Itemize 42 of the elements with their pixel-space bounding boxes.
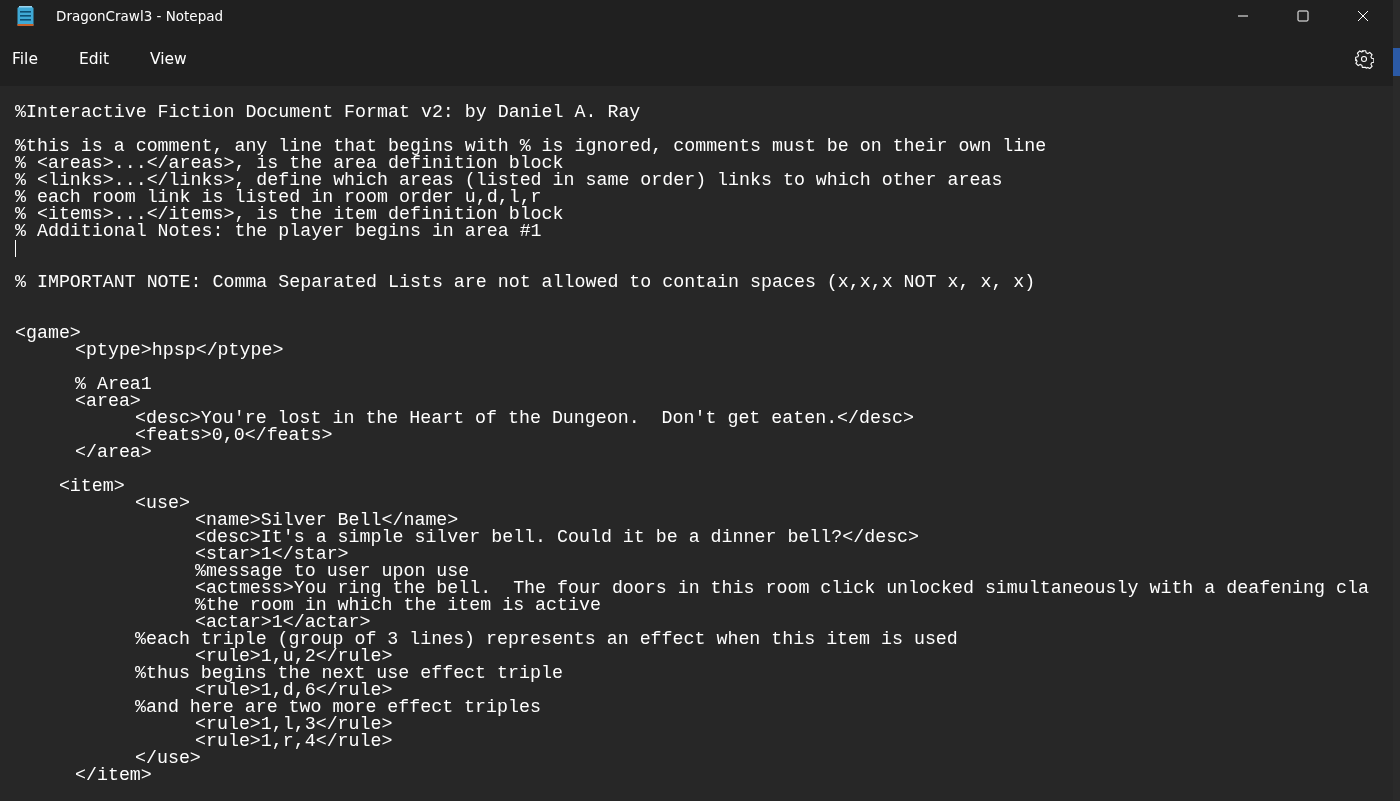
code-line: <rule>1,r,4</rule> — [195, 733, 394, 750]
code-line: <desc>It's a simple silver bell. Could it be a dinner bell?</desc> — [194, 529, 921, 546]
code-line: %thus begins the next use effect triple — [134, 665, 564, 682]
code-line: </area> — [74, 444, 152, 461]
menu-item[interactable]: Edit — [67, 44, 120, 74]
code-line: <ptype>hpsp</ptype> — [75, 342, 285, 359]
code-line: %and here are two more effect triples — [134, 699, 542, 716]
code-line: % each room link is listed in room order u,d,l,r — [15, 189, 542, 206]
code-line: %message to user upon use — [194, 563, 470, 580]
code-line: <item> — [57, 478, 126, 495]
code-line: <rule>1,l,3</rule> — [194, 716, 394, 733]
code-line: %Interactive Fiction Document Format v2: by Daniel A. Ray — [15, 104, 642, 121]
code-line: % IMPORTANT NOTE: Comma Separated Lists are not allowed to contain spaces (x,x,x NOT x, x, x) — [15, 274, 1037, 291]
code-line: <feats>0,0</feats> — [135, 427, 334, 444]
code-line: <star>1</star> — [194, 546, 349, 563]
code-line: %the room in which the item is active — [194, 597, 602, 614]
code-line: <actar>1</actar> — [194, 614, 371, 631]
code-line: % <items>...</items>, is the item definition block — [15, 206, 565, 223]
code-line: <rule>1,d,6</rule> — [195, 682, 393, 699]
code-line: </use> — [135, 750, 201, 767]
close-icon — [1357, 10, 1369, 22]
code-line: </item> — [74, 767, 153, 784]
code-line: <actmess>You ring the bell. The four doors in this room click unlocked simultaneously with a deafening cla — [194, 580, 1370, 597]
code-line: <desc>You're lost in the Heart of the Dungeon. Don't get eaten.</desc> — [134, 410, 915, 427]
menu-item[interactable]: View — [138, 44, 198, 74]
text-cursor — [15, 240, 16, 257]
menu-item[interactable]: File — [1, 44, 49, 74]
maximize-icon — [1297, 10, 1309, 22]
code-line: % <links>...</links>, define which areas (listed in same order) links to which other areas — [15, 172, 1004, 189]
window-title: DragonCrawl3 - Notepad — [56, 8, 224, 24]
code-line: % Additional Notes: the player begins in area #1 — [15, 223, 543, 240]
code-line: %each triple (group of 3 lines) represents an effect when this item is used — [134, 631, 959, 648]
code-line: %this is a comment, any line that begins with % is ignored, comments must be on their own line — [15, 138, 1048, 155]
code-line: % Area1 — [74, 376, 153, 393]
settings-icon[interactable] — [1354, 49, 1374, 69]
code-line: <area> — [74, 393, 141, 410]
code-line: <rule>1,u,2</rule> — [194, 648, 394, 665]
code-line: <name>Silver Bell</name> — [194, 512, 459, 529]
code-line: <use> — [134, 495, 191, 512]
notepad-icon — [17, 5, 34, 27]
code-line: <game> — [15, 325, 81, 342]
code-line: % <areas>...</areas>, is the area definition block — [15, 155, 564, 172]
